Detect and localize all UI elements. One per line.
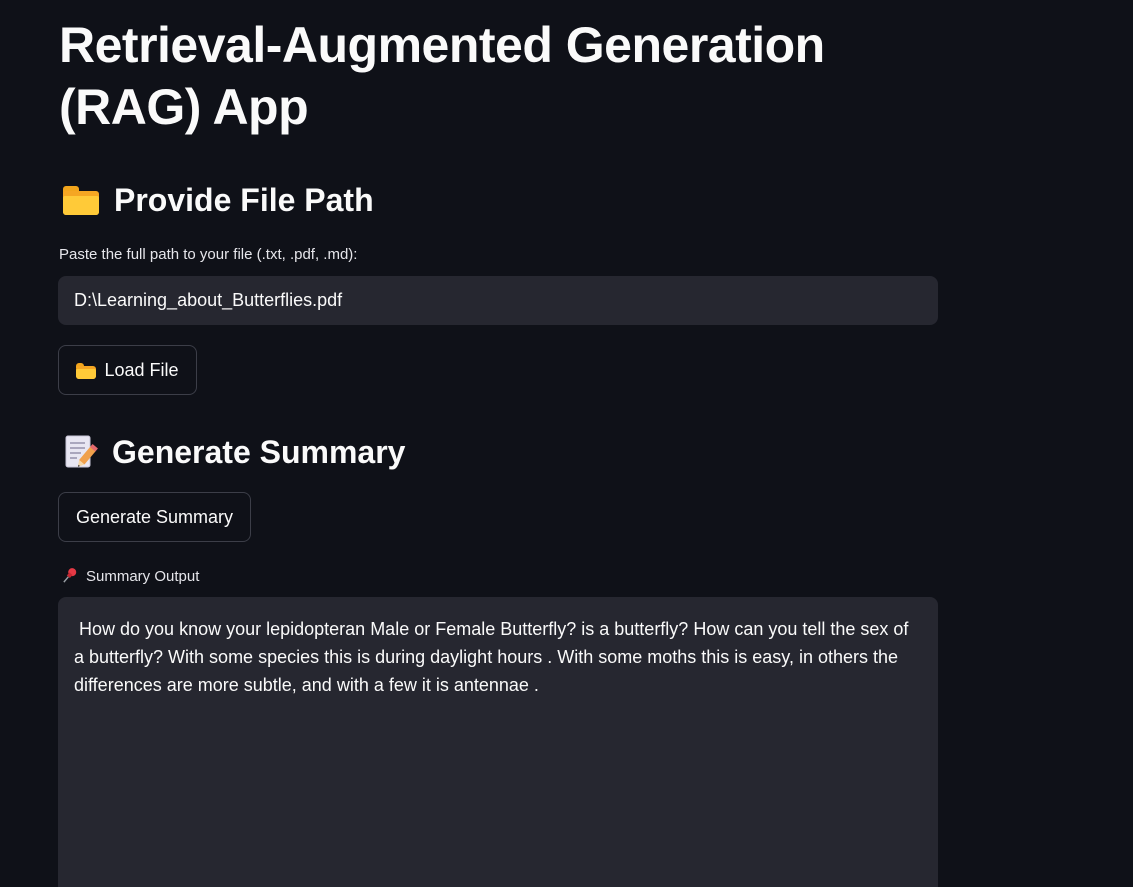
summary-output-textarea[interactable]: How do you know your lepidopteran Male o… — [58, 597, 938, 887]
summary-output-label: Summary Output — [60, 567, 199, 585]
file-path-header-label: Provide File Path — [114, 182, 374, 218]
file-path-input[interactable] — [58, 276, 938, 325]
pushpin-icon — [60, 567, 78, 585]
page-title: Retrieval-Augmented Generation (RAG) App — [59, 17, 825, 135]
folder-icon — [76, 362, 97, 379]
file-path-input-label: Paste the full path to your file (.txt, … — [59, 246, 358, 263]
load-file-button[interactable]: Load File — [58, 345, 197, 395]
load-file-button-label: Load File — [104, 359, 179, 380]
folder-icon — [62, 184, 100, 216]
generate-summary-header: Generate Summary — [62, 432, 405, 472]
generate-summary-button[interactable]: Generate Summary — [58, 492, 251, 542]
memo-icon — [62, 434, 98, 470]
file-path-header: Provide File Path — [62, 180, 374, 220]
summary-output-label-text: Summary Output — [86, 567, 200, 585]
main-content: Retrieval-Augmented Generation (RAG) App… — [0, 0, 1133, 887]
generate-summary-header-label: Generate Summary — [112, 434, 406, 470]
